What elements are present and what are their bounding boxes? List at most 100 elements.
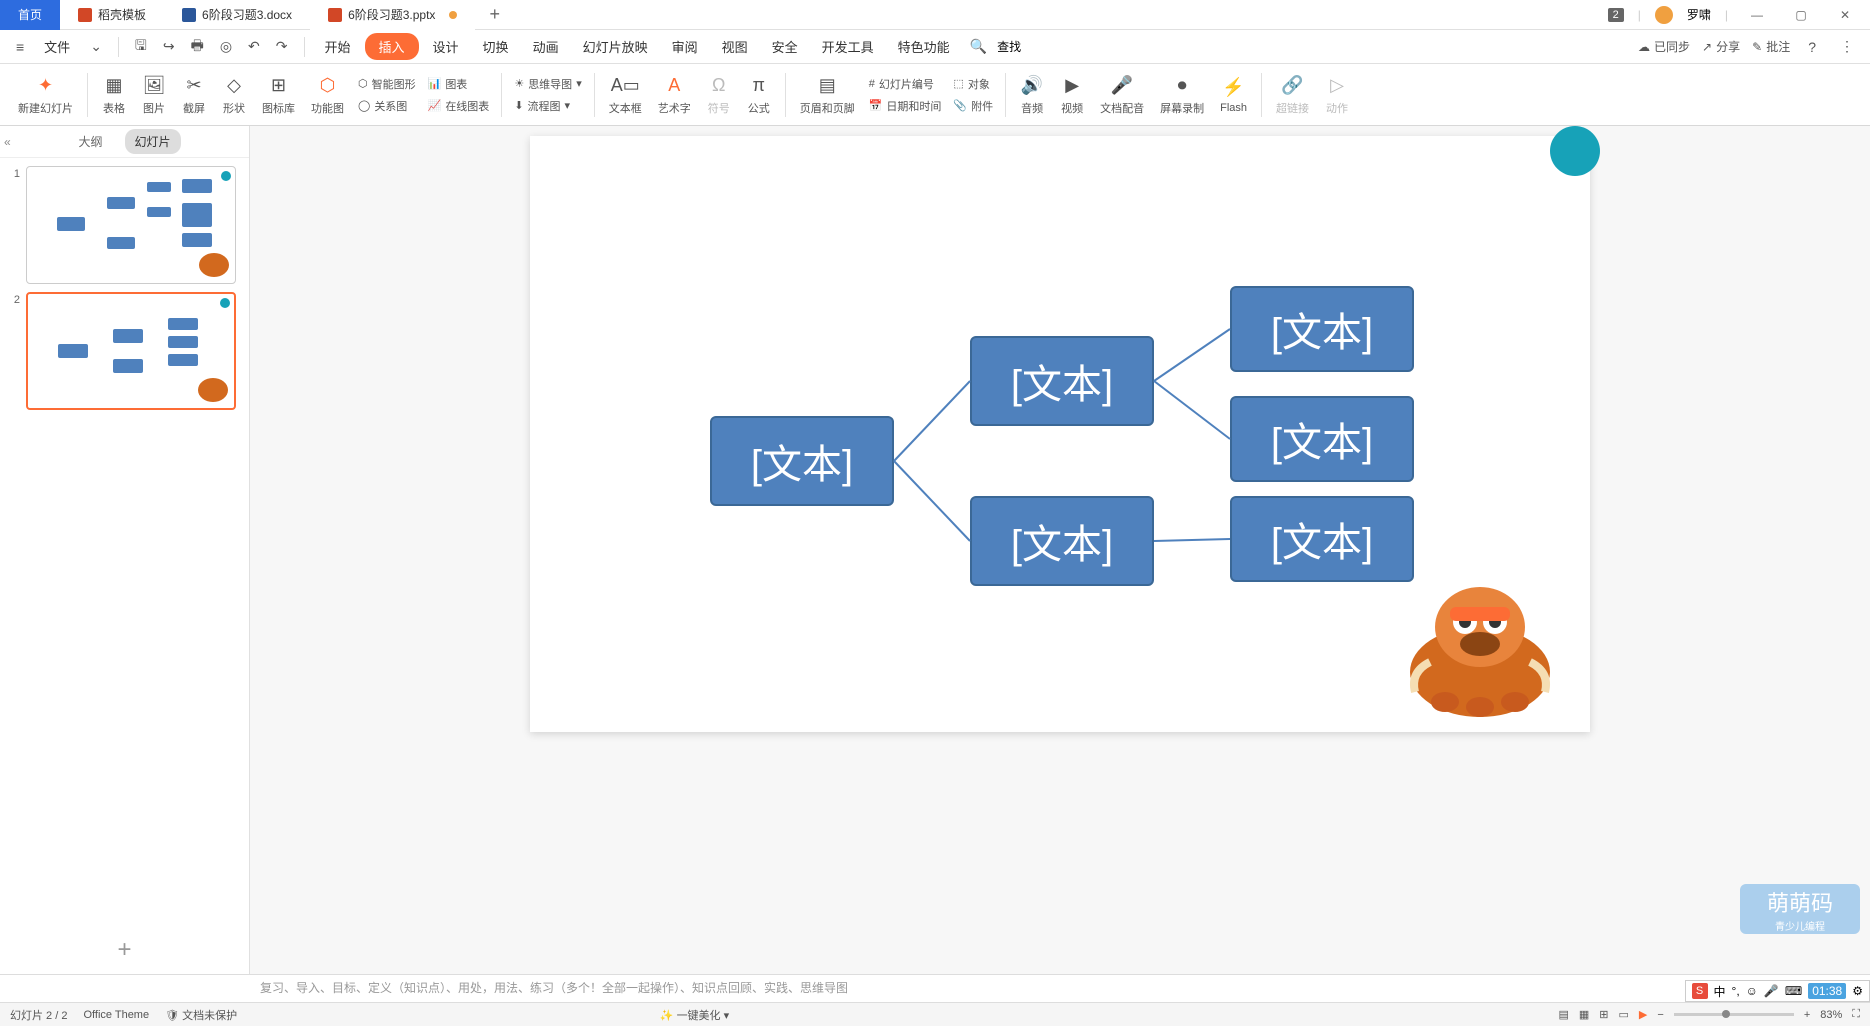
menu-dev[interactable]: 开发工具 — [812, 33, 884, 60]
object-button[interactable]: ⬚ 对象 — [947, 74, 999, 94]
slide-item[interactable]: 2 — [6, 292, 243, 410]
notes-panel[interactable]: 复习、导入、目标、定义（知识点）、用处，用法、练习（多个！全部一起操作）、知识点… — [0, 974, 1870, 1002]
slide-canvas[interactable]: [文本] [文本] [文本] [文本] [文本] [文本] — [530, 136, 1590, 732]
tab-outline[interactable]: 大纲 — [68, 129, 112, 154]
search-icon[interactable]: 🔍 — [964, 34, 993, 59]
textbox-button[interactable]: A▭文本框 — [601, 72, 650, 118]
menu-insert[interactable]: 插入 — [365, 33, 419, 60]
menu-review[interactable]: 审阅 — [662, 33, 708, 60]
equation-button[interactable]: π公式 — [739, 72, 779, 118]
zoom-slider[interactable] — [1674, 1013, 1794, 1016]
hyperlink-button[interactable]: 🔗超链接 — [1268, 72, 1317, 118]
ime-bar[interactable]: S 中 °, ☺ 🎤 ⌨ 01:38 ⚙ — [1685, 980, 1870, 1002]
diagram-node-root[interactable]: [文本] — [710, 416, 894, 506]
screen-record-button[interactable]: ⏺屏幕录制 — [1152, 72, 1212, 118]
tab-slides[interactable]: 幻灯片 — [125, 129, 181, 154]
sync-button[interactable]: ☁ 已同步 — [1638, 38, 1690, 55]
screenshot-button[interactable]: ✂截屏 — [174, 72, 214, 118]
menu-animation[interactable]: 动画 — [523, 33, 569, 60]
minimize-button[interactable]: — — [1742, 5, 1772, 25]
hamburger-icon[interactable]: ≡ — [10, 35, 30, 59]
notes-icon[interactable]: ▤ — [1558, 1008, 1568, 1021]
header-footer-button[interactable]: ▤页眉和页脚 — [792, 72, 863, 118]
maximize-button[interactable]: ▢ — [1786, 5, 1816, 25]
slide-item[interactable]: 1 — [6, 166, 243, 284]
protect-status[interactable]: 🛡 文档未保护 — [165, 1007, 237, 1023]
comment-button[interactable]: ✎ 批注 — [1752, 38, 1790, 55]
save-icon[interactable]: 🖫 — [129, 31, 153, 63]
diagram-node[interactable]: [文本] — [1230, 496, 1414, 582]
print-icon[interactable]: 🖶 — [185, 31, 210, 63]
ime-keyboard-icon[interactable]: ⌨ — [1785, 984, 1802, 998]
tab-templates[interactable]: 稻壳模板 — [60, 0, 164, 30]
avatar[interactable] — [1655, 6, 1673, 24]
tab-docx[interactable]: 6阶段习题3.docx — [164, 0, 310, 30]
action-button[interactable]: ▷动作 — [1317, 72, 1357, 118]
slide-number-button[interactable]: # 幻灯片编号 — [863, 74, 948, 94]
doc-voice-button[interactable]: 🎤文档配音 — [1092, 72, 1152, 118]
menu-feature[interactable]: 特色功能 — [888, 33, 960, 60]
tab-pptx[interactable]: 6阶段习题3.pptx — [310, 0, 475, 30]
symbol-button[interactable]: Ω符号 — [699, 72, 739, 118]
share-button[interactable]: ↗ 分享 — [1702, 38, 1740, 55]
menu-security[interactable]: 安全 — [762, 33, 808, 60]
online-chart-button[interactable]: 📈 在线图表 — [422, 96, 496, 116]
attachment-button[interactable]: 📎 附件 — [947, 96, 999, 116]
view-normal-icon[interactable]: ▦ — [1579, 1008, 1589, 1021]
smart-shape-button[interactable]: ⬡ 智能图形 — [352, 74, 422, 94]
more-icon[interactable]: ⋮ — [1834, 34, 1860, 59]
slide-thumbnail[interactable] — [26, 292, 236, 410]
zoom-value[interactable]: 83% — [1820, 1009, 1842, 1021]
flash-button[interactable]: ⚡Flash — [1212, 74, 1255, 116]
export-icon[interactable]: ↪ — [157, 34, 181, 59]
zoom-out-button[interactable]: − — [1657, 1009, 1663, 1021]
menu-view[interactable]: 视图 — [712, 33, 758, 60]
video-button[interactable]: ▶视频 — [1052, 72, 1092, 118]
notification-badge[interactable]: 2 — [1608, 8, 1624, 22]
menu-slideshow[interactable]: 幻灯片放映 — [573, 33, 658, 60]
wordart-button[interactable]: A艺术字 — [650, 72, 699, 118]
ime-emoji-icon[interactable]: ☺ — [1746, 984, 1758, 998]
preview-icon[interactable]: ◎ — [214, 34, 238, 59]
shape-button[interactable]: ◇形状 — [214, 72, 254, 118]
flowchart-button[interactable]: ⬇ 流程图 ▾ — [508, 96, 587, 116]
relation-button[interactable]: ◯ 关系图 — [352, 96, 422, 116]
smartart-button[interactable]: ⬡功能图 — [303, 72, 352, 118]
image-button[interactable]: 🖼图片 — [134, 72, 174, 118]
diagram-node[interactable]: [文本] — [1230, 286, 1414, 372]
mindmap-button[interactable]: ☀ 思维导图 ▾ — [508, 74, 587, 94]
slideshow-icon[interactable]: ▶ — [1639, 1008, 1647, 1021]
fit-icon[interactable]: ⛶ — [1852, 1008, 1860, 1021]
view-reading-icon[interactable]: ▭ — [1619, 1008, 1629, 1021]
view-sorter-icon[interactable]: ⊞ — [1599, 1008, 1608, 1021]
ime-mic-icon[interactable]: 🎤 — [1764, 984, 1779, 998]
diagram-node[interactable]: [文本] — [970, 496, 1154, 586]
add-slide-button[interactable]: + — [0, 926, 249, 974]
diagram-node[interactable]: [文本] — [970, 336, 1154, 426]
redo-icon[interactable]: ↷ — [270, 34, 294, 59]
table-button[interactable]: ▦表格 — [94, 72, 134, 118]
menu-start[interactable]: 开始 — [315, 33, 361, 60]
diagram-node[interactable]: [文本] — [1230, 396, 1414, 482]
icons-button[interactable]: ⊞图标库 — [254, 72, 303, 118]
zoom-in-button[interactable]: + — [1804, 1009, 1810, 1021]
ime-mode[interactable]: 中 — [1714, 983, 1726, 1000]
close-button[interactable]: ✕ — [1830, 5, 1860, 25]
chevron-down-icon[interactable]: ⌄ — [84, 34, 108, 59]
chart-button[interactable]: 📊 图表 — [422, 74, 496, 94]
help-icon[interactable]: ? — [1802, 35, 1822, 59]
undo-icon[interactable]: ↶ — [242, 34, 266, 59]
slide-thumbnail[interactable] — [26, 166, 236, 284]
menu-design[interactable]: 设计 — [423, 33, 469, 60]
ime-settings-icon[interactable]: ⚙ — [1852, 984, 1863, 998]
ime-punct-icon[interactable]: °, — [1732, 984, 1740, 998]
new-tab-button[interactable]: + — [475, 4, 514, 25]
tab-home[interactable]: 首页 — [0, 0, 60, 30]
menu-transition[interactable]: 切换 — [473, 33, 519, 60]
collapse-icon[interactable]: « — [4, 135, 11, 149]
date-time-button[interactable]: 📅 日期和时间 — [863, 96, 948, 116]
beautify-button[interactable]: ✨ 一键美化 ▾ — [660, 1007, 729, 1023]
audio-button[interactable]: 🔊音频 — [1012, 72, 1052, 118]
menu-file[interactable]: 文件 — [34, 33, 80, 60]
new-slide-button[interactable]: ✦新建幻灯片 — [10, 72, 81, 118]
